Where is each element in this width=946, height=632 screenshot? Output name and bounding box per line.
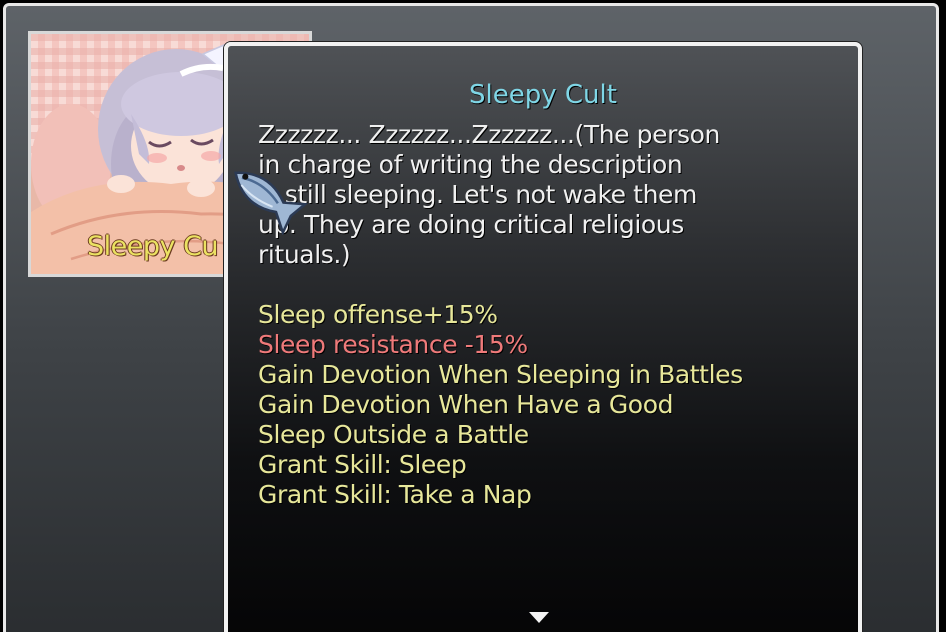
cult-detail-popup: Sleepy Cult Zzzzzz... Zzzzzz...Zzzzzz...… bbox=[224, 42, 862, 632]
cult-description: Zzzzzz... Zzzzzz...Zzzzzz...(The person … bbox=[258, 120, 720, 269]
effect-skill-nap: Grant Skill: Take a Nap bbox=[258, 480, 532, 509]
effect-devotion-good: Gain Devotion When Have a Good bbox=[258, 390, 674, 419]
cult-title: Sleepy Cult bbox=[469, 80, 617, 110]
fish-cursor-icon bbox=[234, 171, 309, 235]
down-arrow-icon[interactable] bbox=[529, 612, 549, 623]
game-screen: Sleepy Cu Sleepy Cult Zzzzzz... Zzzzzz..… bbox=[0, 0, 946, 632]
effect-devotion-battles: Gain Devotion When Sleeping in Battles bbox=[258, 360, 743, 389]
effect-sleep-outside: Sleep Outside a Battle bbox=[258, 420, 529, 449]
effect-sleep-offense: Sleep offense+15% bbox=[258, 300, 498, 329]
effect-sleep-resistance: Sleep resistance -15% bbox=[258, 330, 528, 359]
cult-detail-body: Zzzzzz... Zzzzzz...Zzzzzz...(The person … bbox=[258, 120, 828, 510]
cult-effects-list: Sleep offense+15% Sleep resistance -15% … bbox=[258, 300, 828, 510]
cult-card-label: Sleepy Cu bbox=[87, 231, 219, 262]
effect-skill-sleep: Grant Skill: Sleep bbox=[258, 450, 467, 479]
